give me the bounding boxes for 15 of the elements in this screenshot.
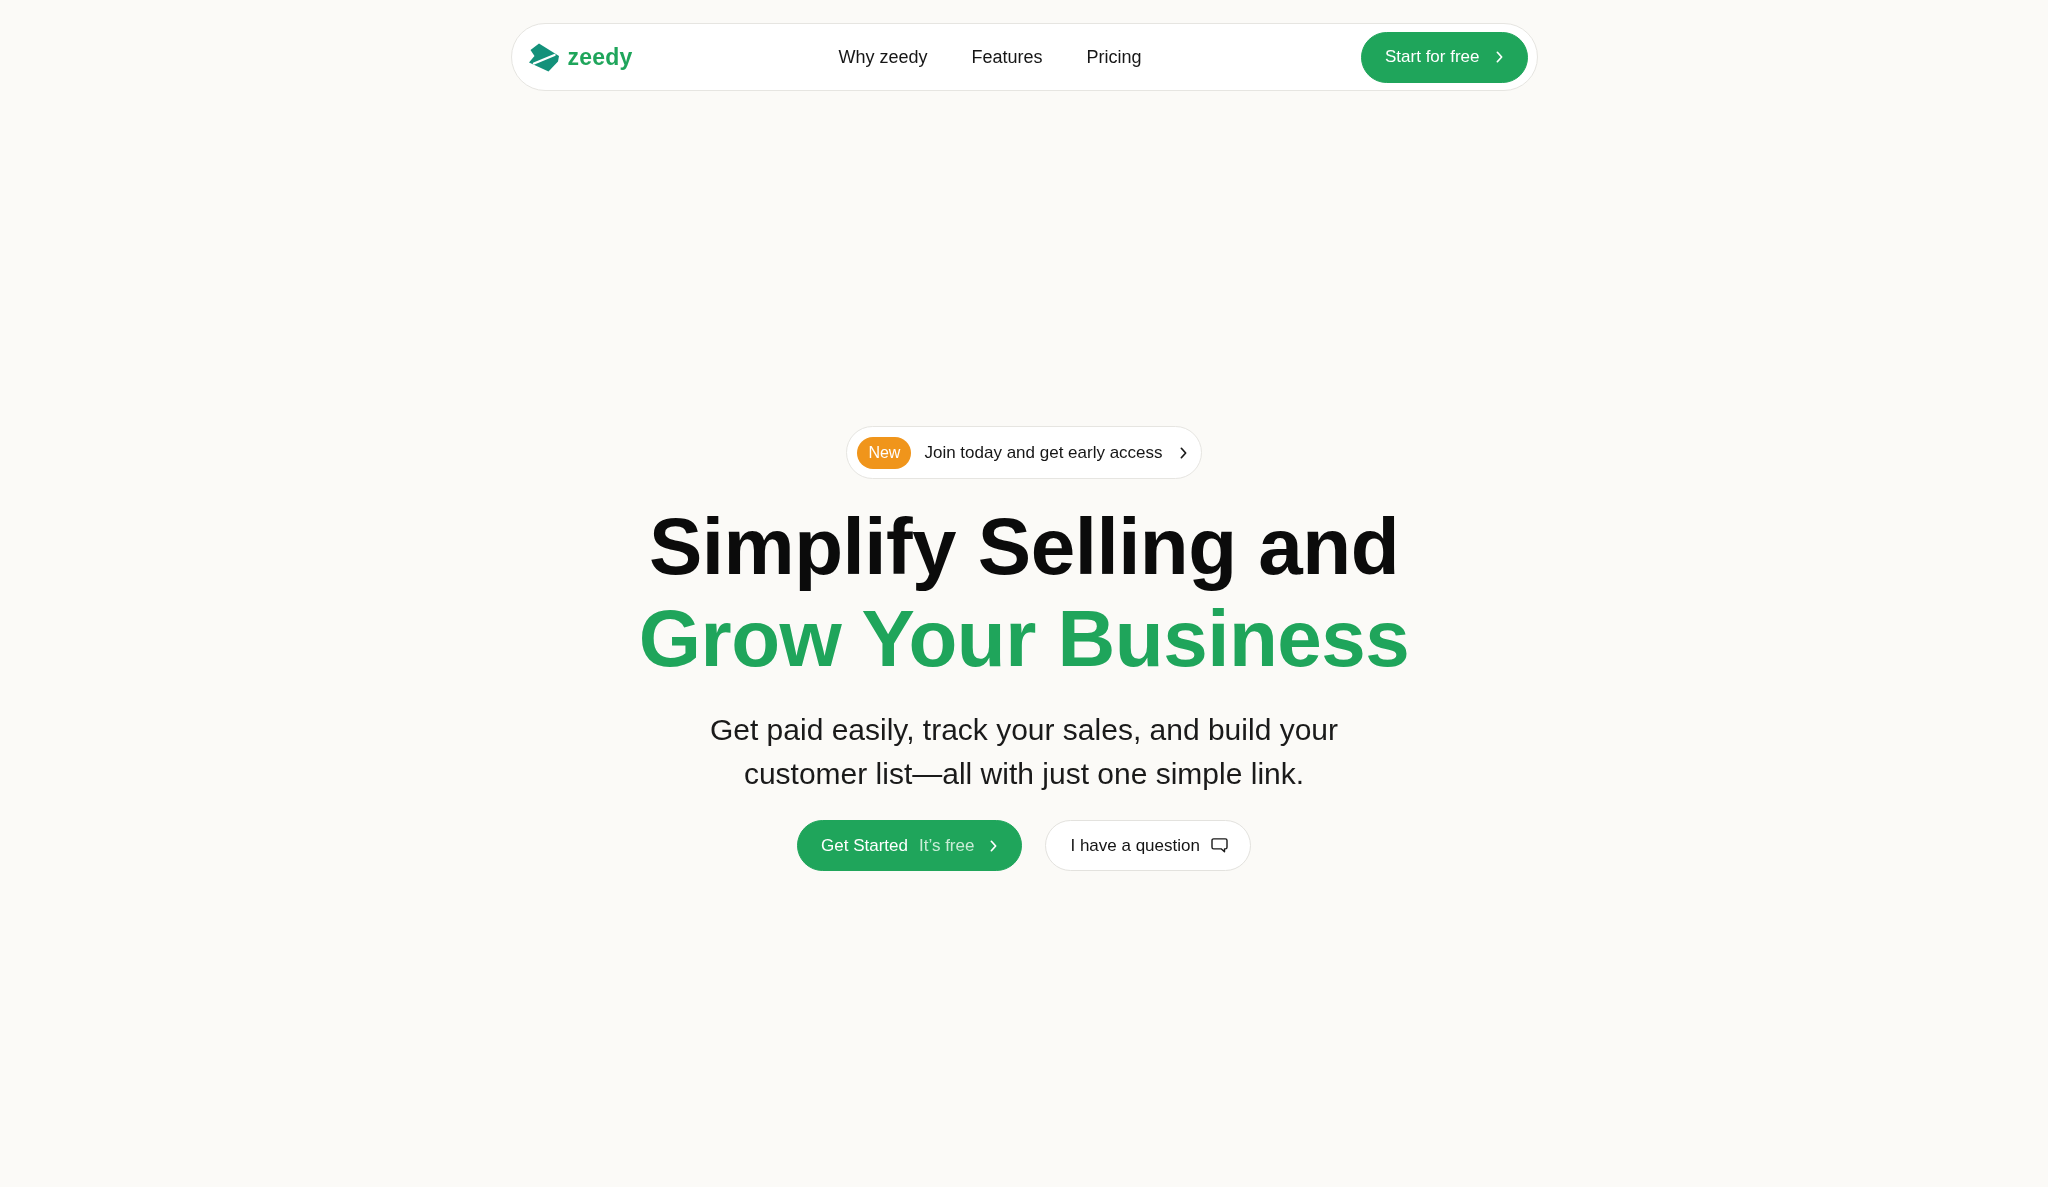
chevron-right-icon [990,839,998,852]
chat-bubble-icon [1210,838,1228,853]
chevron-right-icon [1179,446,1187,459]
new-badge: New [857,436,912,469]
question-button[interactable]: I have a question [1045,820,1251,871]
nav-link[interactable]: Features [971,46,1043,68]
nav-link[interactable]: Pricing [1086,46,1142,68]
chevron-right-icon [1495,51,1503,63]
logo-wordmark: zeedy [567,43,633,71]
announcement-link[interactable]: New Join today and get early access [846,426,1202,479]
hero-heading-line: Grow Your Business [638,593,1410,685]
logo-icon [528,42,559,72]
hero-heading-line: Simplify Selling and [648,501,1400,593]
nav-link[interactable]: Why zeedy [838,46,928,68]
hero-subtitle: Get paid easily, track your sales, and build your customer list—all with just one simple link. [708,712,1340,792]
